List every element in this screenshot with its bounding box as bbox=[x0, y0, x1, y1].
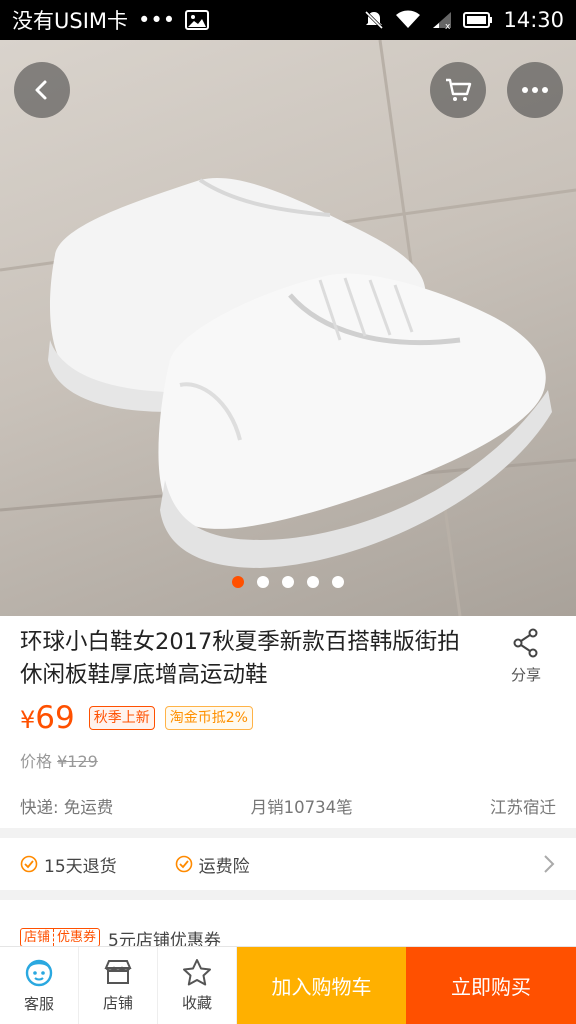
shipping-insurance: 运费险 bbox=[175, 852, 250, 877]
product-image-carousel[interactable] bbox=[0, 40, 576, 616]
favorite-button[interactable]: 收藏 bbox=[158, 947, 237, 1024]
coin-tag: 淘金币抵2% bbox=[164, 706, 253, 730]
check-circle-icon bbox=[20, 855, 38, 873]
customer-service-icon bbox=[25, 959, 53, 987]
share-button[interactable]: 分享 bbox=[496, 628, 556, 685]
ship-location: 江苏宿迁 bbox=[490, 798, 556, 817]
share-icon bbox=[513, 628, 538, 658]
notification-dots: ••• bbox=[138, 8, 176, 32]
current-price: ¥69 bbox=[20, 700, 75, 736]
original-price-value: ¥129 bbox=[57, 752, 98, 771]
add-to-cart-button[interactable]: 加入购物车 bbox=[237, 947, 406, 1024]
return-guarantee: 15天退货 bbox=[20, 852, 117, 877]
customer-service-button[interactable]: 客服 bbox=[0, 947, 79, 1024]
svg-text:x: x bbox=[445, 22, 451, 30]
carousel-dot[interactable] bbox=[332, 576, 344, 588]
carousel-dots bbox=[0, 576, 576, 588]
carousel-dot[interactable] bbox=[282, 576, 294, 588]
insurance-label: 运费险 bbox=[198, 856, 250, 877]
battery-icon bbox=[463, 11, 493, 29]
season-tag: 秋季上新 bbox=[88, 706, 155, 730]
image-icon bbox=[185, 10, 210, 30]
price-row: ¥69 秋季上新 淘金币抵2% bbox=[20, 700, 253, 736]
more-icon bbox=[522, 87, 548, 93]
signal-icon: x bbox=[431, 10, 453, 30]
check-circle-icon bbox=[175, 855, 192, 873]
sneakers-photo bbox=[0, 40, 576, 616]
customer-service-label: 客服 bbox=[23, 995, 54, 1013]
mute-icon bbox=[363, 9, 385, 31]
more-button[interactable] bbox=[507, 62, 563, 118]
monthly-sales: 月销10734笔 bbox=[250, 798, 353, 817]
coupon-badge: 店铺 优惠券 bbox=[20, 928, 101, 947]
favorite-label: 收藏 bbox=[181, 994, 212, 1012]
carousel-dot-active[interactable] bbox=[232, 576, 244, 588]
clock-text: 14:30 bbox=[503, 8, 564, 32]
share-label: 分享 bbox=[510, 666, 541, 684]
star-icon bbox=[183, 959, 211, 986]
cart-button[interactable] bbox=[430, 62, 486, 118]
chevron-left-icon bbox=[35, 80, 47, 100]
carousel-dot[interactable] bbox=[257, 576, 269, 588]
back-button[interactable] bbox=[14, 62, 70, 118]
product-title: 环球小白鞋女2017秋夏季新款百搭韩版街拍休闲板鞋厚底增高运动鞋 bbox=[20, 629, 460, 688]
status-bar: 没有USIM卡 ••• x 14:30 bbox=[0, 0, 576, 40]
carousel-dot[interactable] bbox=[307, 576, 319, 588]
shop-icon bbox=[104, 960, 132, 984]
shop-label: 店铺 bbox=[102, 994, 133, 1012]
product-info: 环球小白鞋女2017秋夏季新款百搭韩版街拍休闲板鞋厚底增高运动鞋 分享 ¥69 … bbox=[0, 616, 576, 828]
chevron-right-icon bbox=[544, 855, 555, 873]
bottom-action-bar: 客服 店铺 收藏 加入购物车 立即购买 bbox=[0, 946, 576, 1024]
carrier-text: 没有USIM卡 bbox=[12, 9, 129, 33]
status-left: 没有USIM卡 ••• bbox=[12, 5, 210, 35]
shop-button[interactable]: 店铺 bbox=[79, 947, 158, 1024]
wifi-icon bbox=[395, 10, 421, 30]
service-row[interactable]: 15天退货 运费险 bbox=[0, 838, 576, 890]
buy-now-button[interactable]: 立即购买 bbox=[406, 947, 576, 1024]
original-price-label: 价格 bbox=[20, 752, 53, 771]
cart-icon bbox=[446, 78, 472, 101]
coupon-badge-shop: 店铺 bbox=[24, 930, 51, 945]
return-label: 15天退货 bbox=[44, 856, 117, 877]
shipping-text: 快递: 免运费 bbox=[20, 798, 114, 817]
meta-row: 快递: 免运费 月销10734笔 江苏宿迁 bbox=[20, 794, 556, 818]
status-right: x 14:30 bbox=[363, 8, 564, 32]
coupon-badge-coupon: 优惠券 bbox=[53, 929, 99, 946]
original-price: 价格 ¥129 bbox=[20, 748, 98, 772]
